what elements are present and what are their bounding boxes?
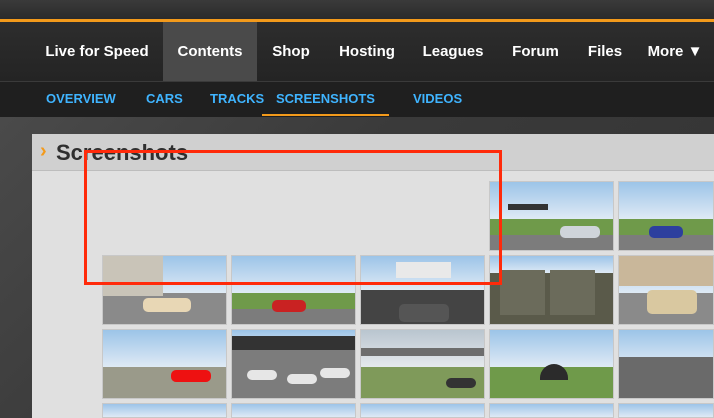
nav-item-shop[interactable]: Shop [257,22,325,81]
selection-highlight-box [84,150,502,285]
subnav-tracks[interactable]: TRACKS [210,82,264,116]
screenshot-thumbnail[interactable] [618,181,714,251]
screenshot-thumbnail[interactable] [618,255,714,325]
screenshot-thumbnail[interactable] [360,403,485,418]
sub-nav: OVERVIEW CARS TRACKS SCREENSHOTS VIDEOS [0,81,714,117]
subnav-videos[interactable]: VIDEOS [413,82,462,116]
screenshot-thumbnail[interactable] [489,181,614,251]
screenshot-thumbnail[interactable] [102,329,227,399]
screenshot-thumbnail[interactable] [231,403,356,418]
screenshot-thumbnail[interactable] [231,329,356,399]
nav-item-live-for-speed[interactable]: Live for Speed [31,22,163,81]
nav-item-more[interactable]: More ▼ [636,22,714,81]
nav-item-contents[interactable]: Contents [163,22,257,81]
screenshot-thumbnail[interactable] [618,329,714,399]
nav-item-leagues[interactable]: Leagues [409,22,497,81]
chevron-right-icon: › [40,140,47,162]
screenshot-thumbnail[interactable] [489,403,614,418]
screenshot-thumbnail[interactable] [489,329,614,399]
subnav-overview[interactable]: OVERVIEW [46,82,116,116]
nav-item-forum[interactable]: Forum [497,22,574,81]
nav-item-files[interactable]: Files [574,22,636,81]
nav-item-hosting[interactable]: Hosting [325,22,409,81]
subnav-screenshots[interactable]: SCREENSHOTS [262,82,389,116]
screenshot-thumbnail[interactable] [618,403,714,418]
subnav-cars[interactable]: CARS [146,82,183,116]
screenshot-thumbnail[interactable] [489,255,614,325]
top-band [0,0,714,19]
main-nav: Live for Speed Contents Shop Hosting Lea… [0,22,714,81]
screenshot-thumbnail[interactable] [102,403,227,418]
screenshot-thumbnail[interactable] [360,329,485,399]
